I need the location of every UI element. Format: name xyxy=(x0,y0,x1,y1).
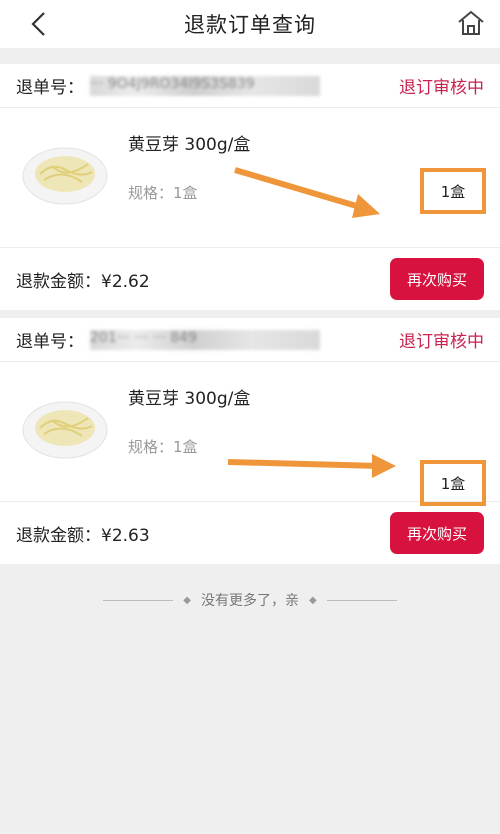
order-number-label: 退单号： xyxy=(16,78,84,98)
refund-amount: 退款金额：¥2.62 xyxy=(16,271,150,292)
dot-icon: ◆ xyxy=(183,594,191,606)
product-row[interactable]: 黄豆芽 300g/盒 规格：1盒 1盒 xyxy=(0,362,500,506)
order-header: 退单号： ··· 9O4J9RO34I9S3S839 退订审核中 xyxy=(0,64,500,108)
rebuy-button[interactable]: 再次购买 xyxy=(390,512,484,554)
product-spec: 规格：1盒 xyxy=(128,438,198,456)
top-bar: 退款订单查询 xyxy=(0,0,500,48)
order-header: 退单号： 201··· ··· ··· 849 退订审核中 xyxy=(0,318,500,362)
order-number-label: 退单号： xyxy=(16,332,84,352)
product-name: 黄豆芽 300g/盒 xyxy=(128,389,251,409)
order-footer: 退款金额：¥2.63 再次购买 xyxy=(0,502,500,564)
status-badge: 退订审核中 xyxy=(399,332,484,352)
product-row[interactable]: 黄豆芽 300g/盒 规格：1盒 1盒 xyxy=(0,108,500,248)
order-number-value: ··· 9O4J9RO34I9S3S839 xyxy=(90,75,320,96)
order-card: 退单号： ··· 9O4J9RO34I9S3S839 退订审核中 黄豆芽 300… xyxy=(0,64,500,310)
order-number-value: 201··· ··· ··· 849 xyxy=(90,329,320,350)
order-card: 退单号： 201··· ··· ··· 849 退订审核中 黄豆芽 300g/盒… xyxy=(0,318,500,564)
no-more-indicator: ◆ 没有更多了，亲 ◆ xyxy=(0,590,500,610)
status-badge: 退订审核中 xyxy=(399,78,484,98)
dot-icon: ◆ xyxy=(309,594,317,606)
divider xyxy=(326,599,397,601)
product-spec: 规格：1盒 xyxy=(128,184,198,202)
arrow-annotation xyxy=(234,167,380,218)
product-image xyxy=(22,401,108,459)
order-number-row: 退单号： 201··· ··· ··· 849 xyxy=(16,327,320,352)
product-name: 黄豆芽 300g/盒 xyxy=(128,135,251,155)
page-title: 退款订单查询 xyxy=(184,13,316,37)
no-more-text: 没有更多了，亲 xyxy=(201,593,299,609)
product-image xyxy=(22,147,108,205)
home-icon[interactable] xyxy=(456,8,486,38)
chevron-left-icon[interactable] xyxy=(26,10,54,38)
quantity-highlight: 1盒 xyxy=(420,460,486,506)
arrow-annotation xyxy=(227,454,396,478)
order-footer: 退款金额：¥2.62 再次购买 xyxy=(0,248,500,310)
rebuy-button[interactable]: 再次购买 xyxy=(390,258,484,300)
order-number-row: 退单号： ··· 9O4J9RO34I9S3S839 xyxy=(16,73,320,98)
quantity-highlight: 1盒 xyxy=(420,168,486,214)
refund-amount: 退款金额：¥2.63 xyxy=(16,525,150,546)
divider xyxy=(103,599,174,601)
